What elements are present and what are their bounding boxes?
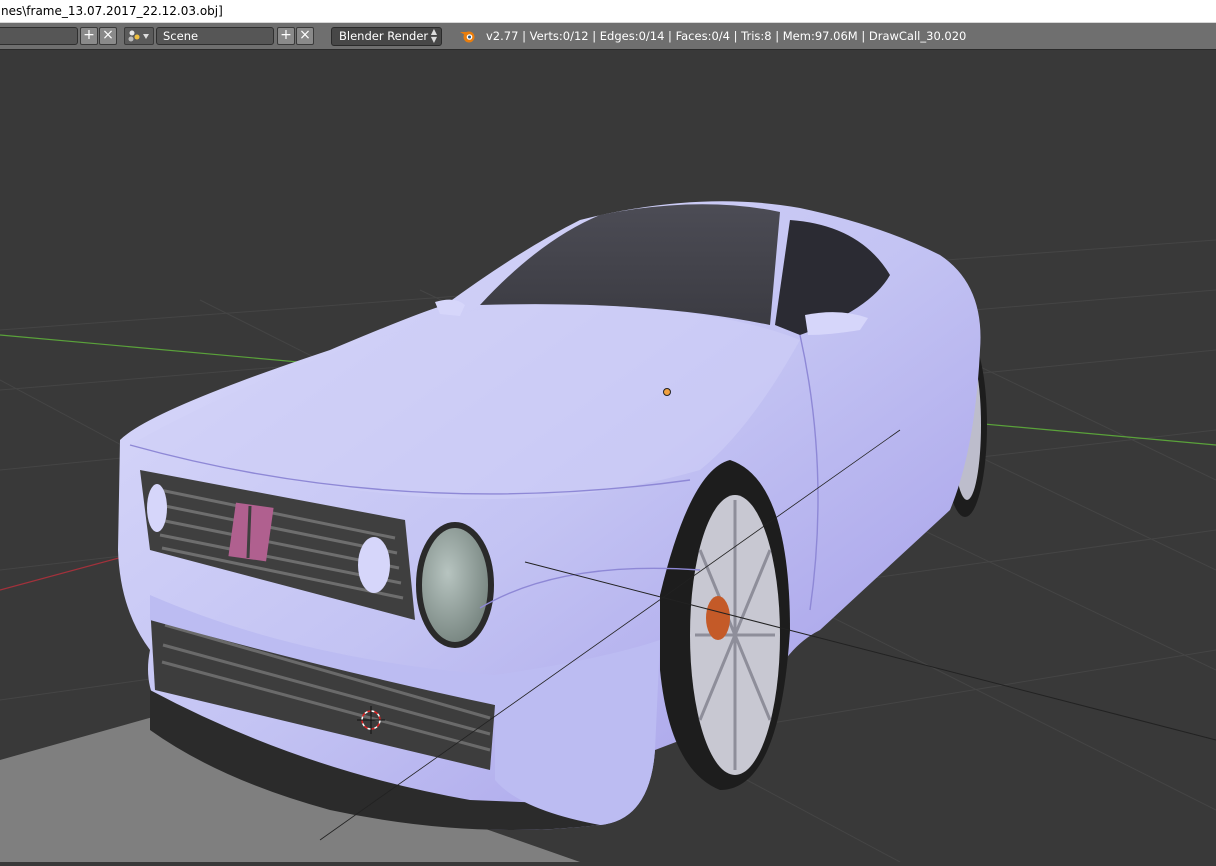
render-engine-dropdown[interactable]: Blender Render ▲ ▼ [331,27,442,46]
window-title: nes\frame_13.07.2017_22.12.03.obj] [1,4,223,18]
headlight [416,522,494,648]
viewport-scene [0,201,1216,863]
window-titlebar: nes\frame_13.07.2017_22.12.03.obj] [0,0,1216,23]
right-inner-lamp [358,537,390,593]
scene-name-field[interactable]: Scene [156,27,274,45]
add-screen-button[interactable]: + [80,27,98,45]
updown-arrow-icon: ▲ ▼ [430,27,437,44]
render-engine-label: Blender Render [339,29,429,43]
left-fog-lamp [147,484,167,532]
blender-logo-icon [460,31,475,43]
scene-icon [128,30,149,42]
3d-viewport[interactable] [0,50,1216,863]
remove-screen-button[interactable]: × [99,27,117,45]
scene-browse-button[interactable] [124,27,154,45]
remove-scene-button[interactable]: × [296,27,314,45]
object-origin-dot [663,388,671,396]
screen-layout-field[interactable] [0,27,78,45]
scene-name: Scene [163,29,199,43]
front-hub [706,596,730,640]
add-scene-button[interactable]: + [277,27,295,45]
scene-statistics: v2.77 | Verts:0/12 | Edges:0/14 | Faces:… [486,29,967,43]
info-header: + × Scene + × Blender Render ▲ ▼ v2.77 | … [0,23,1216,50]
